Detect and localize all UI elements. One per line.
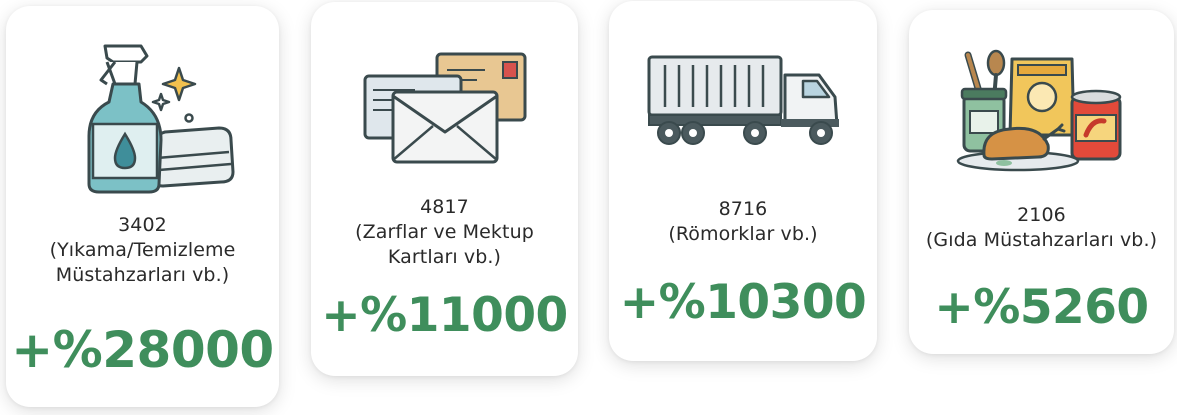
description-line: Kartları vb.) bbox=[387, 246, 502, 268]
hs-code: 3402 bbox=[118, 214, 167, 236]
description-line: Müstahzarları vb.) bbox=[55, 264, 230, 286]
percent-change: +%5260 bbox=[934, 280, 1149, 335]
product-description: 3402 (Yıkama/Temizleme Müstahzarları vb.… bbox=[6, 213, 279, 288]
percent-change: +%11000 bbox=[321, 288, 568, 343]
product-description: 2106 (Gıda Müstahzarları vb.) bbox=[909, 203, 1174, 253]
product-card-trailers: 8716 (Römorklar vb.) +%10300 bbox=[609, 1, 877, 361]
description-line: (Gıda Müstahzarları vb.) bbox=[925, 229, 1158, 251]
hs-code: 8716 bbox=[718, 198, 768, 220]
percent-change: +%28000 bbox=[11, 321, 274, 379]
hs-code: 2106 bbox=[1017, 204, 1066, 226]
envelopes-icon bbox=[363, 52, 526, 164]
product-card-cleaning: 3402 (Yıkama/Temizleme Müstahzarları vb.… bbox=[6, 6, 279, 407]
description-line: (Yıkama/Temizleme bbox=[49, 239, 236, 261]
truck-trailer-icon bbox=[647, 55, 839, 145]
description-line: (Römorklar vb.) bbox=[668, 223, 818, 245]
hs-code: 4817 bbox=[420, 196, 469, 218]
product-card-food: 2106 (Gıda Müstahzarları vb.) +%5260 bbox=[909, 10, 1174, 354]
product-card-envelopes: 4817 (Zarflar ve Mektup Kartları vb.) +%… bbox=[311, 2, 578, 376]
percent-change: +%10300 bbox=[619, 275, 867, 330]
spray-bottle-and-towel-icon bbox=[87, 44, 234, 194]
description-line: (Zarflar ve Mektup bbox=[355, 221, 534, 243]
food-products-icon bbox=[956, 49, 1121, 172]
product-description: 8716 (Römorklar vb.) bbox=[609, 197, 877, 247]
product-description: 4817 (Zarflar ve Mektup Kartları vb.) bbox=[311, 195, 578, 270]
